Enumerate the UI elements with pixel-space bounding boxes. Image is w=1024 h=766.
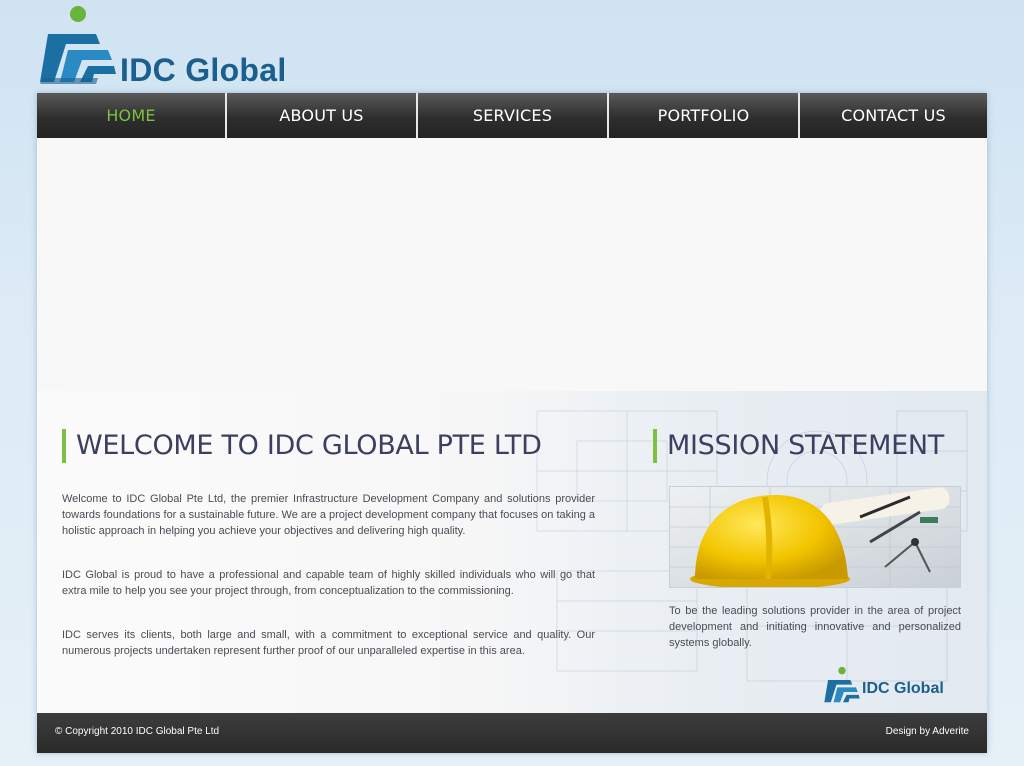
design-credit-link[interactable]: Design by Adverite <box>886 726 969 737</box>
main-nav: HOME ABOUT US SERVICES PORTFOLIO CONTACT… <box>37 93 987 138</box>
nav-contact-us[interactable]: CONTACT US <box>800 93 987 138</box>
nav-services[interactable]: SERVICES <box>418 93 609 138</box>
footer-logo: IDC Global <box>823 666 963 706</box>
mission-text: To be the leading solutions provider in … <box>669 605 961 649</box>
welcome-paragraph-1: Welcome to IDC Global Pte Ltd, the premi… <box>62 493 596 537</box>
nav-portfolio[interactable]: PORTFOLIO <box>609 93 800 138</box>
content-area: WELCOME TO IDC GLOBAL PTE LTD Welcome to… <box>37 391 987 713</box>
hard-hat-image <box>669 486 961 588</box>
banner-area <box>37 138 987 391</box>
site-logo[interactable]: IDC Global <box>38 4 318 90</box>
welcome-paragraph-2: IDC Global is proud to have a profession… <box>62 569 595 597</box>
idc-logo-icon <box>824 666 860 703</box>
site-footer: © Copyright 2010 IDC Global Pte Ltd Desi… <box>37 713 987 753</box>
welcome-heading: WELCOME TO IDC GLOBAL PTE LTD <box>62 429 542 463</box>
footer-brand-name: IDC Global <box>862 680 944 697</box>
nav-about-us[interactable]: ABOUT US <box>227 93 418 138</box>
brand-name: IDC Global <box>120 52 287 88</box>
copyright-text: © Copyright 2010 IDC Global Pte Ltd <box>55 726 220 737</box>
mission-heading: MISSION STATEMENT <box>653 429 944 463</box>
welcome-paragraph-3: IDC serves its clients, both large and s… <box>62 629 595 657</box>
nav-home[interactable]: HOME <box>37 93 227 138</box>
idc-logo-icon <box>40 6 116 84</box>
main-container: HOME ABOUT US SERVICES PORTFOLIO CONTACT… <box>37 93 987 753</box>
